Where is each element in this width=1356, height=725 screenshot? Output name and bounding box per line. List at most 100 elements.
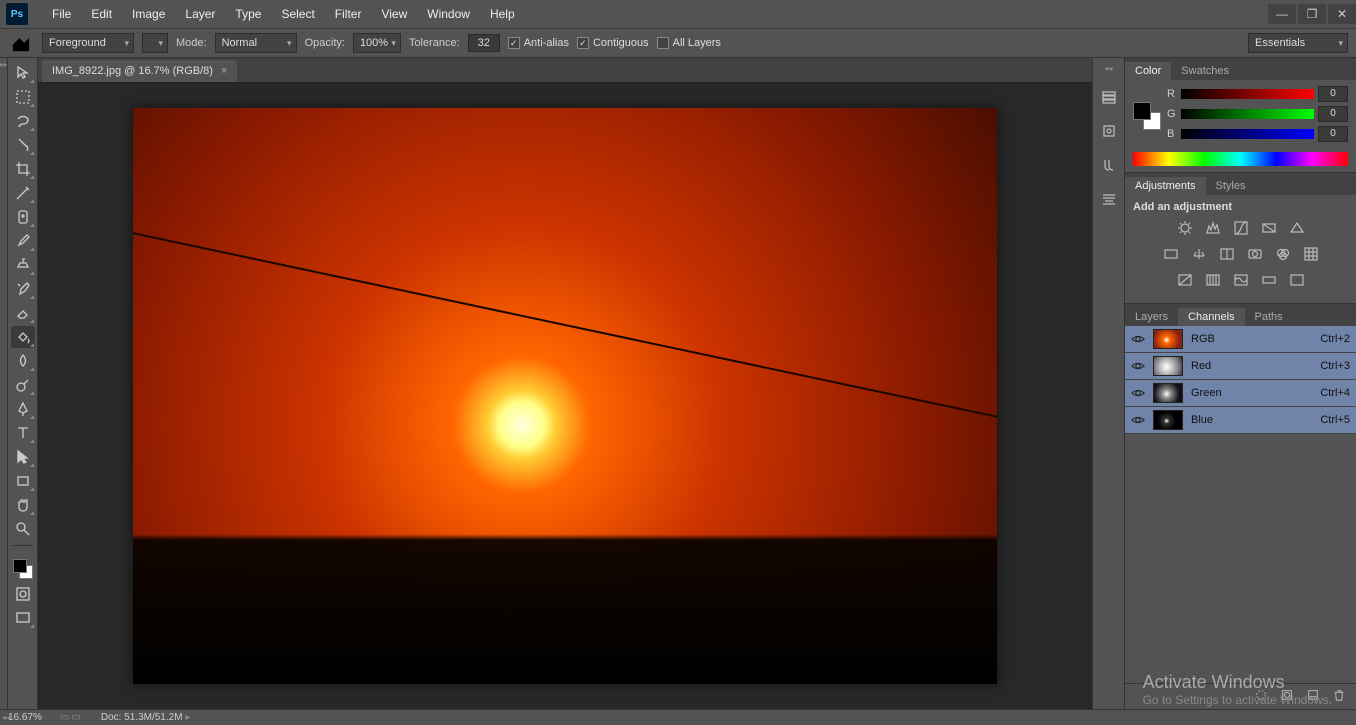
zoom-level[interactable]: 16.67% [8, 712, 42, 723]
channel-row-red[interactable]: Red Ctrl+3 [1125, 353, 1356, 380]
tab-layers[interactable]: Layers [1125, 308, 1178, 326]
healing-brush-tool[interactable] [11, 206, 35, 228]
save-selection-icon[interactable] [1280, 688, 1294, 705]
tab-styles[interactable]: Styles [1206, 177, 1256, 195]
black-white-icon[interactable] [1218, 245, 1236, 263]
tab-channels[interactable]: Channels [1178, 308, 1244, 326]
history-brush-tool[interactable] [11, 278, 35, 300]
tab-swatches[interactable]: Swatches [1171, 62, 1239, 80]
menu-select[interactable]: Select [271, 3, 324, 25]
type-tool[interactable] [11, 422, 35, 444]
screen-mode-toggle[interactable] [11, 607, 35, 629]
dock-expand-arrows[interactable]: ◂◂ [1104, 64, 1112, 73]
eyedropper-tool[interactable] [11, 182, 35, 204]
doc-info[interactable]: Doc: 51.3M/51.2M [101, 712, 191, 723]
hand-tool[interactable] [11, 494, 35, 516]
zoom-tool[interactable] [11, 518, 35, 540]
marquee-tool[interactable] [11, 86, 35, 108]
b-value[interactable]: 0 [1318, 126, 1348, 142]
workspace-dropdown[interactable]: Essentials [1248, 33, 1348, 53]
selective-color-icon[interactable] [1288, 271, 1306, 289]
b-slider[interactable] [1181, 129, 1314, 139]
fill-source-dropdown[interactable]: Foreground [42, 33, 134, 53]
properties-panel-icon[interactable] [1098, 121, 1120, 141]
opacity-dropdown[interactable]: 100% [353, 33, 401, 53]
channel-mixer-icon[interactable] [1274, 245, 1292, 263]
hue-sat-icon[interactable] [1162, 245, 1180, 263]
r-slider[interactable] [1181, 89, 1314, 99]
exposure-icon[interactable] [1260, 219, 1278, 237]
brightness-contrast-icon[interactable] [1176, 219, 1194, 237]
foreground-background-colors[interactable] [11, 557, 35, 581]
gradient-map-icon[interactable] [1260, 271, 1278, 289]
paint-bucket-tool[interactable] [11, 326, 35, 348]
color-balance-icon[interactable] [1190, 245, 1208, 263]
anti-alias-checkbox[interactable]: ✓Anti-alias [508, 37, 569, 49]
channel-row-blue[interactable]: Blue Ctrl+5 [1125, 407, 1356, 434]
canvas-viewport[interactable] [38, 83, 1092, 709]
move-tool[interactable] [11, 62, 35, 84]
pattern-picker-dropdown[interactable] [142, 33, 168, 53]
view-toggles[interactable]: ▭▭ [60, 712, 83, 723]
tab-adjustments[interactable]: Adjustments [1125, 177, 1206, 195]
threshold-icon[interactable] [1232, 271, 1250, 289]
character-panel-icon[interactable] [1098, 155, 1120, 175]
lasso-tool[interactable] [11, 110, 35, 132]
contiguous-checkbox[interactable]: ✓Contiguous [577, 37, 649, 49]
all-layers-checkbox[interactable]: All Layers [657, 37, 721, 49]
maximize-button[interactable]: ❐ [1298, 4, 1326, 24]
close-button[interactable]: ✕ [1328, 4, 1356, 24]
visibility-icon[interactable] [1131, 413, 1145, 427]
menu-filter[interactable]: Filter [325, 3, 372, 25]
paragraph-panel-icon[interactable] [1098, 189, 1120, 209]
menu-layer[interactable]: Layer [175, 3, 225, 25]
blur-tool[interactable] [11, 350, 35, 372]
eraser-tool[interactable] [11, 302, 35, 324]
menu-image[interactable]: Image [122, 3, 175, 25]
posterize-icon[interactable] [1204, 271, 1222, 289]
close-tab-icon[interactable]: × [221, 65, 227, 77]
visibility-icon[interactable] [1131, 332, 1145, 346]
curves-icon[interactable] [1232, 219, 1250, 237]
active-tool-icon[interactable] [8, 32, 34, 54]
g-value[interactable]: 0 [1318, 106, 1348, 122]
brush-tool[interactable] [11, 230, 35, 252]
quick-selection-tool[interactable] [11, 134, 35, 156]
g-slider[interactable] [1181, 109, 1314, 119]
quick-mask-toggle[interactable] [11, 583, 35, 605]
document-tab[interactable]: IMG_8922.jpg @ 16.7% (RGB/8) × [42, 60, 237, 82]
clone-stamp-tool[interactable] [11, 254, 35, 276]
levels-icon[interactable] [1204, 219, 1222, 237]
menu-help[interactable]: Help [480, 3, 525, 25]
tool-gutter[interactable]: ▸▸ [0, 58, 8, 709]
visibility-icon[interactable] [1131, 386, 1145, 400]
crop-tool[interactable] [11, 158, 35, 180]
tab-color[interactable]: Color [1125, 62, 1171, 80]
photo-filter-icon[interactable] [1246, 245, 1264, 263]
menu-edit[interactable]: Edit [81, 3, 122, 25]
menu-view[interactable]: View [371, 3, 417, 25]
path-selection-tool[interactable] [11, 446, 35, 468]
menu-type[interactable]: Type [225, 3, 271, 25]
r-value[interactable]: 0 [1318, 86, 1348, 102]
color-lookup-icon[interactable] [1302, 245, 1320, 263]
pen-tool[interactable] [11, 398, 35, 420]
minimize-button[interactable]: — [1268, 4, 1296, 24]
rectangle-tool[interactable] [11, 470, 35, 492]
mode-dropdown[interactable]: Normal [215, 33, 297, 53]
load-selection-icon[interactable] [1254, 688, 1268, 705]
dodge-tool[interactable] [11, 374, 35, 396]
color-spectrum[interactable] [1133, 152, 1348, 166]
visibility-icon[interactable] [1131, 359, 1145, 373]
history-panel-icon[interactable] [1098, 87, 1120, 107]
channel-row-green[interactable]: Green Ctrl+4 [1125, 380, 1356, 407]
menu-window[interactable]: Window [417, 3, 480, 25]
tab-paths[interactable]: Paths [1245, 308, 1293, 326]
vibrance-icon[interactable] [1288, 219, 1306, 237]
color-swatch[interactable] [1133, 102, 1161, 130]
invert-icon[interactable] [1176, 271, 1194, 289]
new-channel-icon[interactable] [1306, 688, 1320, 705]
delete-channel-icon[interactable] [1332, 688, 1346, 705]
channel-row-rgb[interactable]: RGB Ctrl+2 [1125, 326, 1356, 353]
menu-file[interactable]: File [42, 3, 81, 25]
